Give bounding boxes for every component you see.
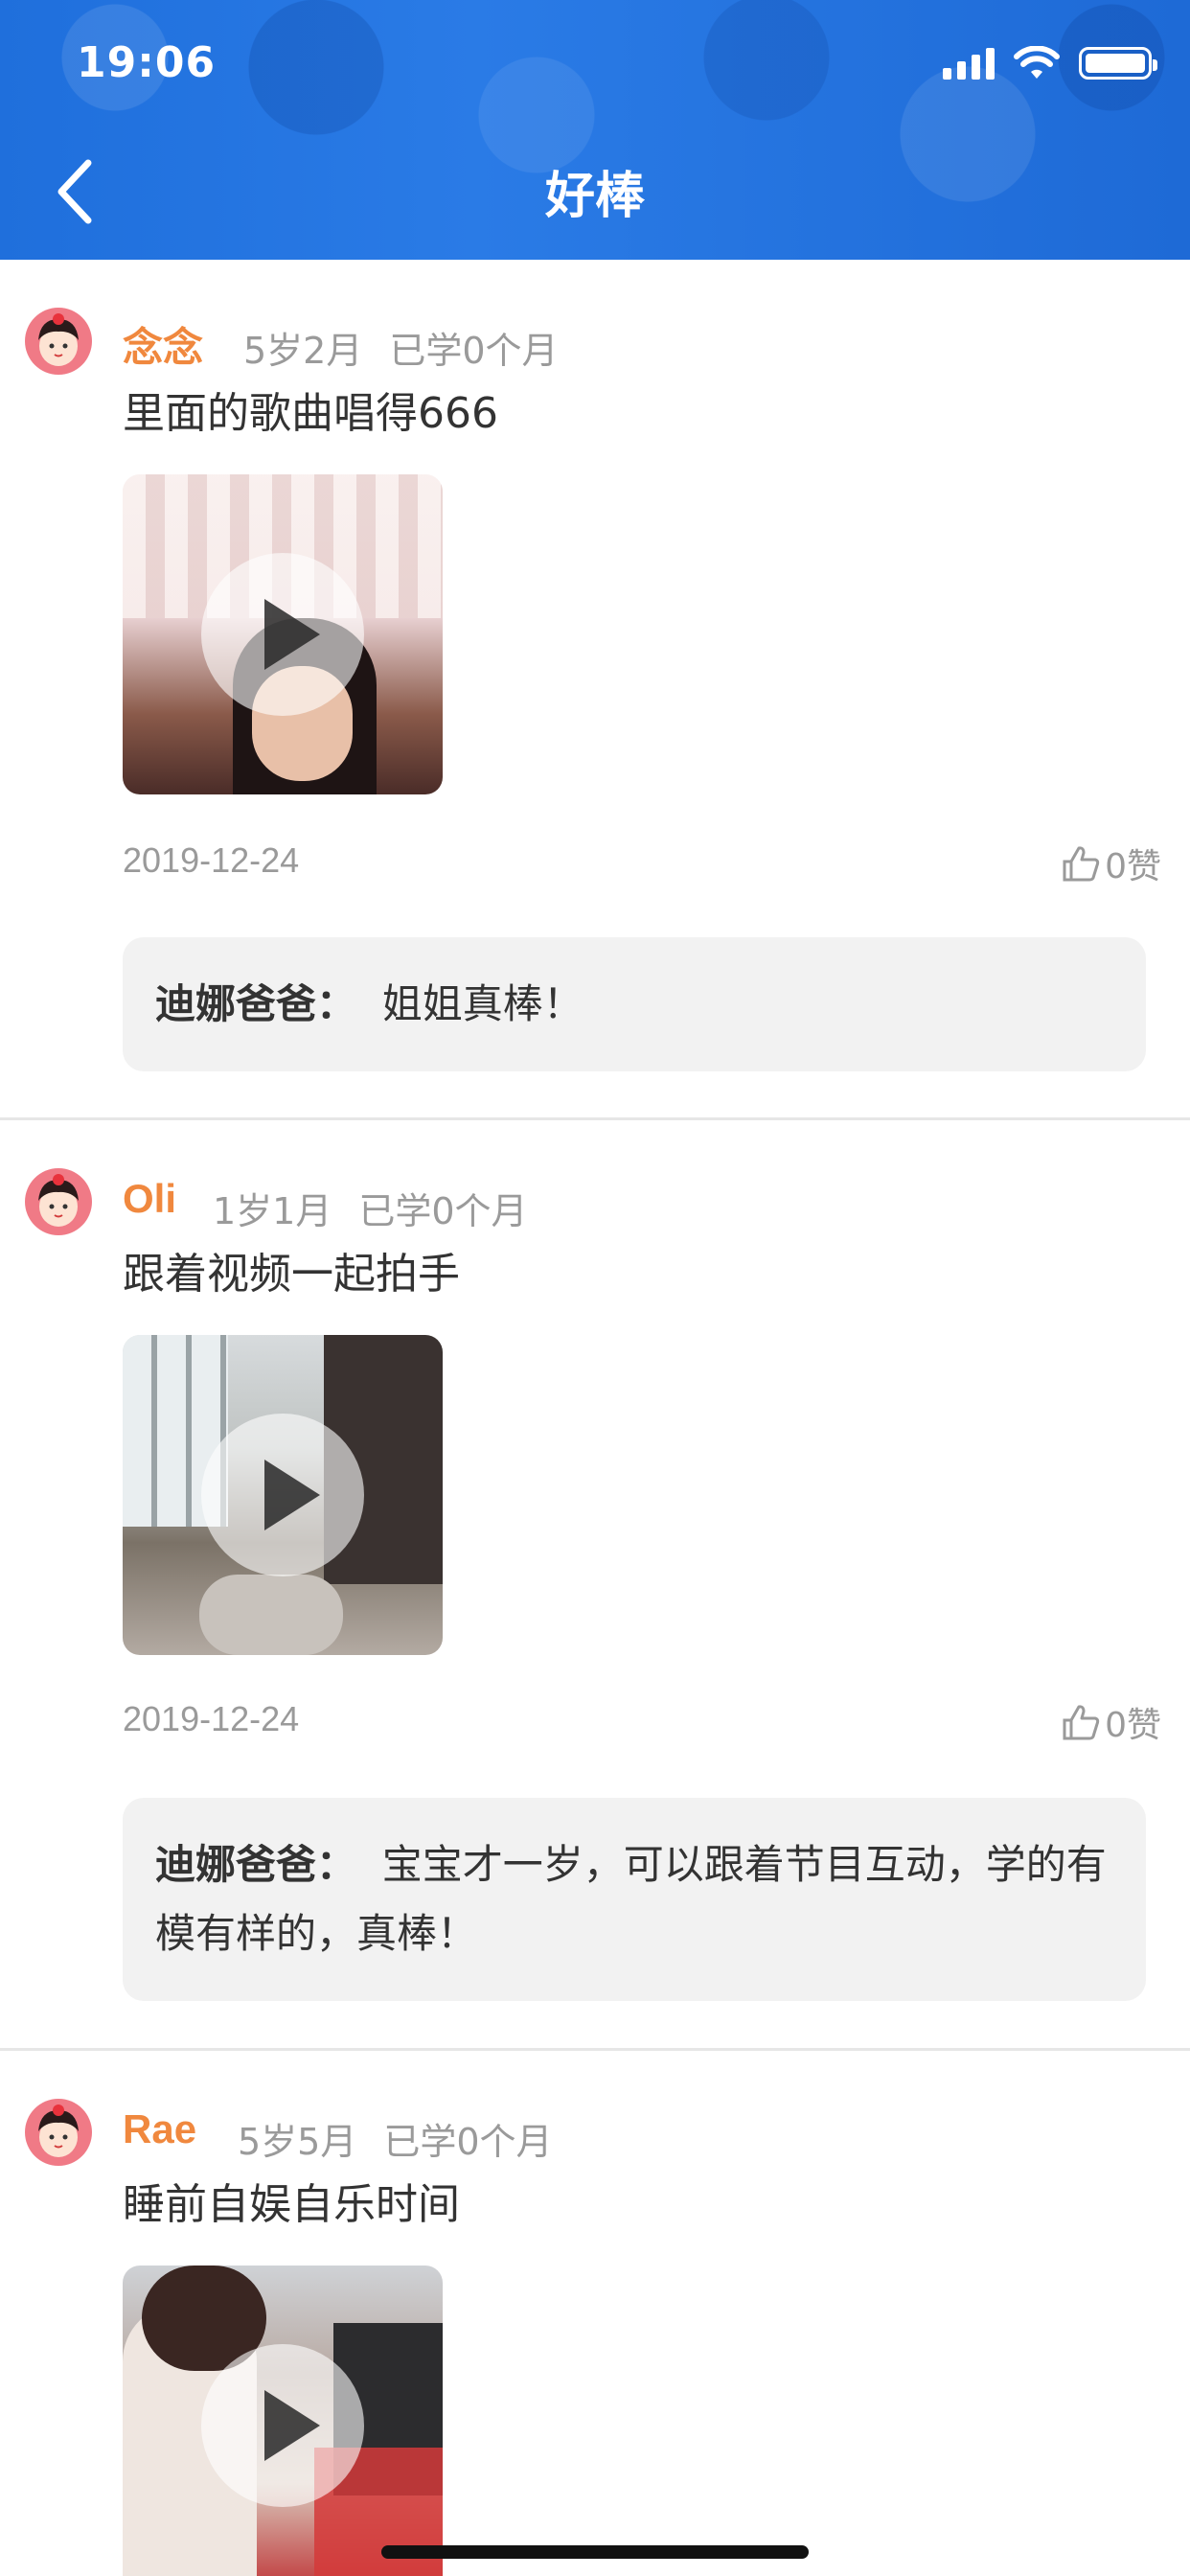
user-name[interactable]: Oli <box>123 1176 176 1222</box>
user-name[interactable]: 念念 <box>123 315 203 374</box>
reply-author: 迪娜爸爸： <box>155 1841 357 1888</box>
learned-duration: 已学0个月 <box>389 330 559 372</box>
battery-icon <box>1079 47 1157 80</box>
avatar[interactable] <box>25 308 92 375</box>
play-icon <box>201 2344 364 2507</box>
video-thumbnail[interactable] <box>123 2266 443 2576</box>
teacher-reply: 迪娜爸爸： 宝宝才一岁，可以跟着节目互动，学的有模有样的，真棒！ <box>123 1798 1146 2001</box>
like-button[interactable]: 0赞 <box>1061 1697 1161 1747</box>
page-title: 好棒 <box>544 168 645 225</box>
header-banner: 19:06 好棒 <box>0 0 1190 260</box>
like-count: 0赞 <box>1105 847 1161 886</box>
video-thumbnail[interactable] <box>123 474 443 794</box>
child-age: 5岁5月 <box>238 2121 357 2163</box>
cellular-signal-icon <box>943 47 995 80</box>
avatar[interactable] <box>25 2099 92 2166</box>
post-date: 2019-12-24 <box>123 840 300 880</box>
status-icons <box>943 44 1157 82</box>
like-button[interactable]: 0赞 <box>1061 839 1161 888</box>
thumbs-up-icon <box>1063 1705 1100 1740</box>
divider <box>0 2048 1190 2051</box>
wifi-icon <box>1014 46 1060 79</box>
child-age: 5岁2月 <box>243 330 363 372</box>
user-meta: 1岁1月 已学0个月 <box>213 1182 528 1234</box>
thumbs-up-icon <box>1063 846 1100 882</box>
play-icon <box>201 1414 364 1576</box>
user-name[interactable]: Rae <box>123 2106 196 2152</box>
post-caption: 跟着视频一起拍手 <box>123 1250 460 1299</box>
post-caption: 睡前自娱自乐时间 <box>123 2180 460 2229</box>
status-time: 19:06 <box>77 38 217 87</box>
video-thumbnail[interactable] <box>123 1335 443 1655</box>
like-count: 0赞 <box>1105 1706 1161 1745</box>
play-icon <box>201 553 364 716</box>
teacher-reply: 迪娜爸爸： 姐姐真棒！ <box>123 937 1146 1071</box>
user-meta: 5岁2月 已学0个月 <box>243 321 559 374</box>
reply-text: 姐姐真棒！ <box>381 980 584 1027</box>
child-age: 1岁1月 <box>213 1190 332 1232</box>
divider <box>0 1117 1190 1120</box>
home-indicator <box>381 2545 809 2559</box>
reply-author: 迪娜爸爸： <box>155 980 357 1027</box>
post-date: 2019-12-24 <box>123 1699 300 1738</box>
learned-duration: 已学0个月 <box>383 2121 553 2163</box>
avatar[interactable] <box>25 1168 92 1235</box>
learned-duration: 已学0个月 <box>358 1190 528 1232</box>
post-caption: 里面的歌曲唱得666 <box>123 389 498 438</box>
user-meta: 5岁5月 已学0个月 <box>238 2112 553 2165</box>
